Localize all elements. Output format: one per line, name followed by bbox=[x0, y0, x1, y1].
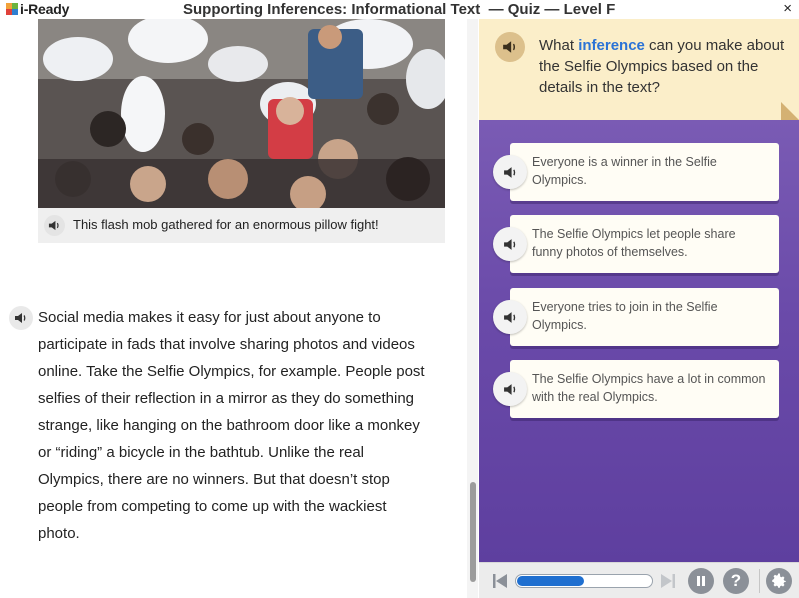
speaker-icon[interactable] bbox=[493, 372, 527, 406]
passage-line: people from competing to come up with th… bbox=[38, 498, 387, 515]
question-card: What inference can you make about the Se… bbox=[479, 19, 799, 120]
help-icon[interactable]: ? bbox=[723, 568, 749, 594]
photo-caption: This flash mob gathered for an enormous … bbox=[38, 208, 445, 243]
passage-line: photo. bbox=[38, 525, 80, 542]
page-fold-corner bbox=[781, 102, 799, 120]
player-controls: ? bbox=[479, 562, 799, 598]
logo-text: i-Ready bbox=[20, 1, 70, 17]
passage-line: strange, like hanging on the bathroom do… bbox=[38, 417, 420, 434]
passage-line: participate in fads that involve sharing… bbox=[38, 336, 415, 353]
answer-choices-panel: Everyone is a winner in the Selfie Olymp… bbox=[479, 120, 799, 562]
question-text: What inference can you make about the Se… bbox=[539, 35, 789, 98]
app-logo: i-Ready bbox=[6, 1, 69, 17]
passage-line: or “riding” a bicycle in the bathtub. Un… bbox=[38, 444, 365, 461]
passage-line: online. Take the Selfie Olympics, for ex… bbox=[38, 363, 425, 380]
logo-cube-icon bbox=[6, 3, 18, 15]
progress-fill bbox=[517, 576, 584, 586]
next-icon[interactable] bbox=[659, 572, 677, 590]
speaker-icon[interactable] bbox=[44, 215, 65, 236]
title-bar: i-Ready Supporting Inferences: Informati… bbox=[0, 0, 799, 19]
question-pane: What inference can you make about the Se… bbox=[479, 19, 799, 598]
passage-photo bbox=[38, 19, 445, 208]
passage-line: Olympics, there are no winners. But that… bbox=[38, 471, 390, 488]
highlighted-term: inference bbox=[578, 37, 645, 54]
window-title: Supporting Inferences: Informational Tex… bbox=[183, 1, 616, 18]
passage-line: selfies of their reflection in a mirror … bbox=[38, 390, 415, 407]
pause-icon[interactable] bbox=[688, 568, 714, 594]
speaker-icon[interactable] bbox=[495, 32, 525, 62]
scrollbar-thumb[interactable] bbox=[470, 482, 476, 582]
speaker-icon[interactable] bbox=[9, 306, 33, 330]
progress-bar bbox=[515, 574, 653, 588]
speaker-icon[interactable] bbox=[493, 155, 527, 189]
answer-choice-1[interactable]: Everyone is a winner in the Selfie Olymp… bbox=[510, 143, 779, 201]
back-icon[interactable] bbox=[491, 572, 509, 590]
answer-text: The Selfie Olympics let people share fun… bbox=[532, 227, 736, 259]
close-icon[interactable]: × bbox=[783, 0, 792, 18]
passage-text: Social media makes it easy for just abou… bbox=[38, 304, 448, 547]
divider bbox=[759, 569, 760, 593]
question-text-part: What bbox=[539, 37, 579, 54]
crowd-photo-illustration bbox=[38, 19, 445, 208]
caption-text: This flash mob gathered for an enormous … bbox=[73, 217, 379, 232]
answer-choice-4[interactable]: The Selfie Olympics have a lot in common… bbox=[510, 360, 779, 418]
answer-text: The Selfie Olympics have a lot in common… bbox=[532, 372, 766, 404]
answer-text: Everyone is a winner in the Selfie Olymp… bbox=[532, 155, 717, 187]
passage-pane: This flash mob gathered for an enormous … bbox=[0, 19, 478, 598]
answer-choice-3[interactable]: Everyone tries to join in the Selfie Oly… bbox=[510, 288, 779, 346]
speaker-icon[interactable] bbox=[493, 300, 527, 334]
passage-line: Social media makes it easy for just abou… bbox=[38, 309, 381, 326]
gear-icon[interactable] bbox=[766, 568, 792, 594]
answer-choice-2[interactable]: The Selfie Olympics let people share fun… bbox=[510, 215, 779, 273]
speaker-icon[interactable] bbox=[493, 227, 527, 261]
answer-text: Everyone tries to join in the Selfie Oly… bbox=[532, 300, 718, 332]
